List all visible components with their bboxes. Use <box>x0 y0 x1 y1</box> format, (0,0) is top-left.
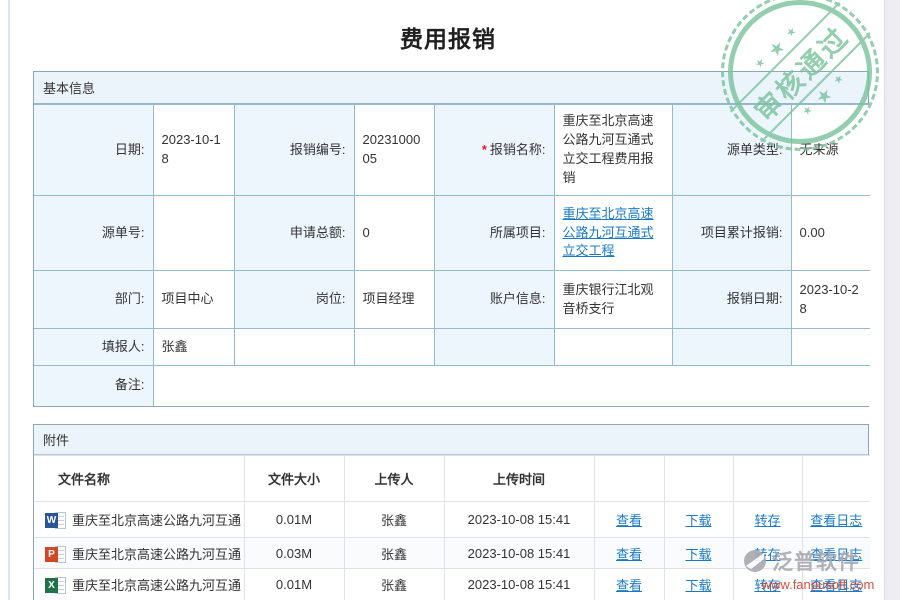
empty-cell <box>791 329 870 366</box>
field-source-type-value: 无来源 <box>791 105 870 196</box>
field-account-value: 重庆银行江北观音桥支行 <box>554 271 672 329</box>
view-link[interactable]: 查看 <box>616 547 642 562</box>
basic-info-section-title: 基本信息 <box>43 78 95 97</box>
col-header-empty <box>594 456 664 502</box>
basic-info-section: 基本信息 日期: 2023-10-18 报销编号: 2023100005 *报销… <box>33 71 869 407</box>
table-row: W 重庆至北京高速公路九河互通 0.01M 张鑫 2023-10-08 15:41… <box>34 502 870 538</box>
file-name: 重庆至北京高速公路九河互通 <box>72 578 241 593</box>
table-row: P 重庆至北京高速公路九河互通 0.03M 张鑫 2023-10-08 15:41… <box>34 538 870 569</box>
file-name: 重庆至北京高速公路九河互通 <box>72 513 241 528</box>
field-project-label: 所属项目: <box>434 196 554 271</box>
basic-info-table: 日期: 2023-10-18 报销编号: 2023100005 *报销名称: 重… <box>34 104 870 406</box>
required-asterisk: * <box>482 142 487 157</box>
project-link[interactable]: 重庆至北京高速公路九河互通式立交工程 <box>563 206 654 259</box>
field-total-label: 申请总额: <box>234 196 354 271</box>
save-as-link[interactable]: 转存 <box>754 547 780 562</box>
file-uploader: 张鑫 <box>344 538 444 569</box>
field-account-label: 账户信息: <box>434 271 554 329</box>
download-link[interactable]: 下载 <box>685 513 711 528</box>
field-reimburse-date-value: 2023-10-28 <box>791 271 870 329</box>
field-position-label: 岗位: <box>234 271 354 329</box>
table-row: 日期: 2023-10-18 报销编号: 2023100005 *报销名称: 重… <box>34 105 870 196</box>
field-position-value: 项目经理 <box>354 271 434 329</box>
field-department-value: 项目中心 <box>153 271 234 329</box>
attachments-section: 附件 文件名称 文件大小 上传人 上传时间 W 重庆至北京高速公路九河互通 <box>33 424 869 600</box>
field-number-value: 2023100005 <box>354 105 434 196</box>
page-right-gutter <box>884 0 900 600</box>
field-filler-value: 张鑫 <box>153 329 234 366</box>
field-reimburse-date-label: 报销日期: <box>672 271 791 329</box>
view-link[interactable]: 查看 <box>616 513 642 528</box>
field-name-label: *报销名称: <box>434 105 554 196</box>
empty-cell <box>234 329 354 366</box>
attachments-section-header: 附件 <box>34 425 868 455</box>
page-left-border <box>8 0 10 600</box>
field-remark-label: 备注: <box>34 366 153 406</box>
file-uploader: 张鑫 <box>344 569 444 600</box>
empty-label-cell <box>434 329 554 366</box>
ppt-file-icon: P <box>45 546 66 563</box>
field-source-no-label: 源单号: <box>34 196 153 271</box>
save-as-link[interactable]: 转存 <box>754 578 780 593</box>
view-log-link[interactable]: 查看日志 <box>810 578 862 593</box>
attachments-section-title: 附件 <box>43 430 69 449</box>
table-row: 备注: <box>34 366 870 406</box>
expense-reimbursement-page: 费用报销 基本信息 日期: 2023-10-18 报销编号: 202310000… <box>0 0 900 600</box>
field-remark-value <box>153 366 870 406</box>
excel-file-icon: X <box>45 577 66 594</box>
attachments-header-row: 文件名称 文件大小 上传人 上传时间 <box>34 456 870 502</box>
field-source-type-label: 源单类型: <box>672 105 791 196</box>
attachments-table: 文件名称 文件大小 上传人 上传时间 W 重庆至北京高速公路九河互通 0.01M … <box>34 455 870 600</box>
col-header-empty <box>664 456 733 502</box>
field-project-total-value: 0.00 <box>791 196 870 271</box>
field-source-no-value <box>153 196 234 271</box>
file-upload-time: 2023-10-08 15:41 <box>444 502 594 538</box>
file-size: 0.03M <box>244 538 344 569</box>
field-name-value: 重庆至北京高速公路九河互通式立交工程费用报销 <box>554 105 672 196</box>
col-header-empty <box>802 456 870 502</box>
star-icon: ★ <box>753 56 768 71</box>
view-link[interactable]: 查看 <box>616 578 642 593</box>
save-as-link[interactable]: 转存 <box>754 513 780 528</box>
empty-cell <box>354 329 434 366</box>
table-row: 部门: 项目中心 岗位: 项目经理 账户信息: 重庆银行江北观音桥支行 报销日期… <box>34 271 870 329</box>
table-row: 填报人: 张鑫 <box>34 329 870 366</box>
file-uploader: 张鑫 <box>344 502 444 538</box>
file-upload-time: 2023-10-08 15:41 <box>444 538 594 569</box>
table-row: X 重庆至北京高速公路九河互通 0.01M 张鑫 2023-10-08 15:41… <box>34 569 870 600</box>
word-file-icon: W <box>45 512 66 529</box>
field-department-label: 部门: <box>34 271 153 329</box>
field-date-label: 日期: <box>34 105 153 196</box>
file-size: 0.01M <box>244 502 344 538</box>
col-header-upload-time: 上传时间 <box>444 456 594 502</box>
empty-cell <box>554 329 672 366</box>
download-link[interactable]: 下载 <box>685 578 711 593</box>
file-name: 重庆至北京高速公路九河互通 <box>72 547 241 562</box>
field-number-label: 报销编号: <box>234 105 354 196</box>
field-project-total-label: 项目累计报销: <box>672 196 791 271</box>
field-date-value: 2023-10-18 <box>153 105 234 196</box>
table-row: 源单号: 申请总额: 0 所属项目: 重庆至北京高速公路九河互通式立交工程 项目… <box>34 196 870 271</box>
col-header-empty <box>733 456 802 502</box>
file-upload-time: 2023-10-08 15:41 <box>444 569 594 600</box>
col-header-uploader: 上传人 <box>344 456 444 502</box>
empty-label-cell <box>672 329 791 366</box>
field-total-value: 0 <box>354 196 434 271</box>
col-header-file-size: 文件大小 <box>244 456 344 502</box>
view-log-link[interactable]: 查看日志 <box>810 513 862 528</box>
field-project-value: 重庆至北京高速公路九河互通式立交工程 <box>554 196 672 271</box>
file-size: 0.01M <box>244 569 344 600</box>
basic-info-section-header: 基本信息 <box>34 72 868 104</box>
col-header-file-name: 文件名称 <box>34 456 244 502</box>
page-title: 费用报销 <box>0 20 896 54</box>
download-link[interactable]: 下载 <box>685 547 711 562</box>
view-log-link[interactable]: 查看日志 <box>810 547 862 562</box>
field-filler-label: 填报人: <box>34 329 153 366</box>
